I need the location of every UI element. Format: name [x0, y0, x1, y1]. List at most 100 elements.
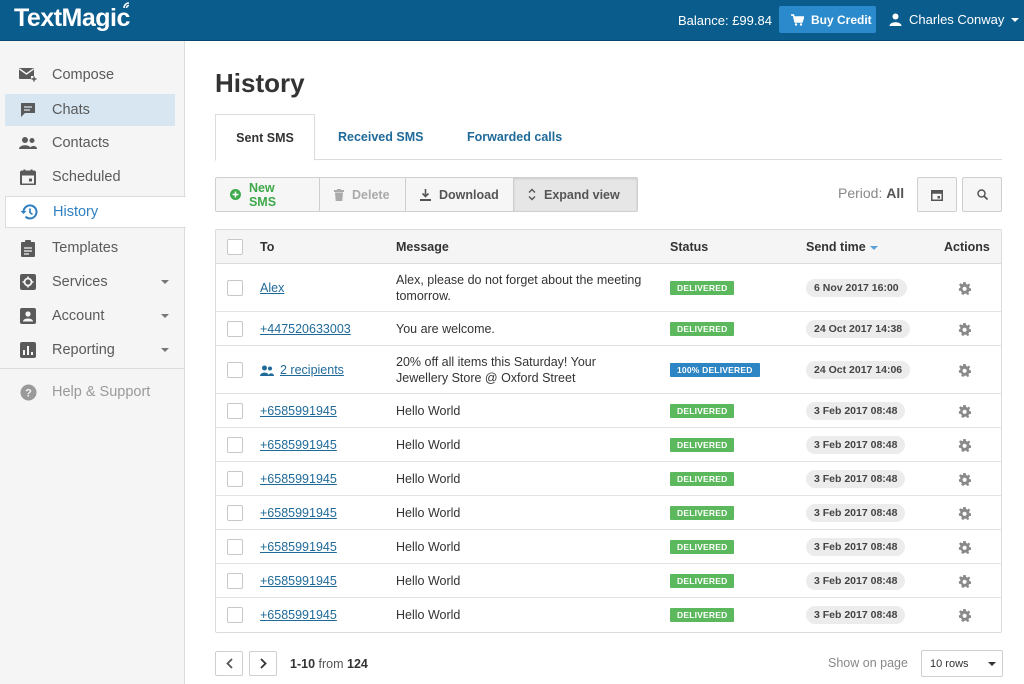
chevron-down-icon: [161, 314, 169, 318]
gear-icon[interactable]: [958, 322, 971, 336]
sidebar-item-services[interactable]: Services: [5, 266, 175, 298]
column-status[interactable]: Status: [670, 230, 708, 264]
message-cell: Hello World: [396, 598, 651, 632]
expand-view-button[interactable]: Expand view: [514, 178, 637, 211]
send-time-pill: 24 Oct 2017 14:38: [806, 320, 911, 338]
message-toolbar: New SMS Delete Download Expand view: [215, 177, 638, 212]
table-header: To Message Status Send time Actions: [216, 230, 1001, 264]
recipient-cell: +6585991945: [260, 496, 337, 530]
recipient-link[interactable]: 2 recipients: [260, 363, 344, 377]
sidebar-item-reporting[interactable]: Reporting: [5, 334, 175, 366]
period-filter[interactable]: Period: All: [838, 185, 904, 201]
textmagic-logo[interactable]: TextMagic: [14, 2, 130, 33]
recipient-link[interactable]: Alex: [260, 281, 284, 295]
gear-icon[interactable]: [958, 574, 971, 588]
row-checkbox[interactable]: [227, 607, 243, 623]
table-row[interactable]: +6585991945 Hello World DELIVERED 3 Feb 201…: [216, 598, 1001, 632]
recipient-link[interactable]: +447520633003: [260, 322, 351, 336]
expand-vertical-icon: [528, 188, 536, 201]
recipient-link[interactable]: +6585991945: [260, 574, 337, 588]
sidebar-item-compose[interactable]: Compose: [5, 59, 175, 91]
sidebar-item-chats[interactable]: Chats: [5, 94, 175, 126]
column-send-time[interactable]: Send time: [806, 230, 878, 264]
sidebar-item-scheduled[interactable]: Scheduled: [5, 161, 175, 193]
sidebar-item-label: Contacts: [52, 135, 110, 151]
gear-icon[interactable]: [958, 404, 971, 418]
tab-received-sms[interactable]: Received SMS: [338, 114, 423, 160]
gear-icon[interactable]: [958, 506, 971, 520]
gear-icon[interactable]: [958, 281, 971, 295]
new-sms-button[interactable]: New SMS: [216, 178, 320, 211]
row-checkbox[interactable]: [227, 321, 243, 337]
recipient-text: 2 recipients: [280, 363, 344, 377]
row-checkbox[interactable]: [227, 280, 243, 296]
calendar-button[interactable]: [917, 177, 957, 212]
table-row[interactable]: +6585991945 Hello World DELIVERED 3 Feb 201…: [216, 462, 1001, 496]
tab-forwarded-calls[interactable]: Forwarded calls: [467, 114, 562, 160]
user-menu[interactable]: Charles Conway: [889, 12, 1020, 27]
table-row[interactable]: +6585991945 Hello World DELIVERED 3 Feb 201…: [216, 564, 1001, 598]
download-button[interactable]: Download: [406, 178, 514, 211]
recipient-link[interactable]: +6585991945: [260, 540, 337, 554]
sidebar-item-contacts[interactable]: Contacts: [5, 127, 175, 159]
svg-text:?: ?: [25, 387, 32, 399]
table-row[interactable]: +447520633003 You are welcome. DELIVERED 24…: [216, 312, 1001, 346]
balance-display: Balance: £99.84: [678, 13, 772, 28]
recipient-text: +6585991945: [260, 438, 337, 452]
send-time-pill: 3 Feb 2017 08:48: [806, 504, 906, 522]
table-row[interactable]: +6585991945 Hello World DELIVERED 3 Feb 201…: [216, 530, 1001, 564]
recipient-text: +6585991945: [260, 608, 337, 622]
search-button[interactable]: [962, 177, 1002, 212]
delete-button[interactable]: Delete: [320, 178, 406, 211]
recipient-link[interactable]: +6585991945: [260, 404, 337, 418]
row-checkbox[interactable]: [227, 362, 243, 378]
column-to[interactable]: To: [260, 230, 274, 264]
gear-icon[interactable]: [958, 472, 971, 486]
column-message[interactable]: Message: [396, 230, 449, 264]
tab-sent-sms[interactable]: Sent SMS: [215, 114, 315, 161]
row-checkbox[interactable]: [227, 573, 243, 589]
new-sms-label: New SMS: [248, 180, 277, 209]
row-checkbox[interactable]: [227, 539, 243, 555]
actions-cell: [958, 394, 971, 428]
gear-icon[interactable]: [958, 438, 971, 452]
buy-credit-button[interactable]: Buy Credit: [779, 6, 876, 33]
table-row[interactable]: Alex Alex, please do not forget about the…: [216, 264, 1001, 312]
sidebar-item-help[interactable]: ? Help & Support: [5, 376, 175, 408]
sidebar-item-history[interactable]: History: [5, 196, 186, 228]
table-row[interactable]: +6585991945 Hello World DELIVERED 3 Feb 201…: [216, 496, 1001, 530]
status-badge: DELIVERED: [670, 438, 735, 452]
clipboard-icon: [19, 239, 37, 257]
recipient-link[interactable]: +6585991945: [260, 438, 337, 452]
recipient-cell: Alex: [260, 264, 284, 312]
sidebar-item-templates[interactable]: Templates: [5, 232, 175, 264]
prev-page-button[interactable]: [215, 651, 243, 676]
message-cell: Hello World: [396, 428, 651, 462]
send-time-cell: 3 Feb 2017 08:48: [806, 564, 906, 598]
chevron-down-icon: [161, 280, 169, 284]
row-checkbox[interactable]: [227, 471, 243, 487]
message-cell: Hello World: [396, 564, 651, 598]
sidebar-item-account[interactable]: Account: [5, 300, 175, 332]
table-row[interactable]: +6585991945 Hello World DELIVERED 3 Feb 201…: [216, 428, 1001, 462]
recipient-link[interactable]: +6585991945: [260, 472, 337, 486]
gear-icon[interactable]: [958, 608, 971, 622]
history-icon: [20, 203, 38, 221]
row-checkbox[interactable]: [227, 403, 243, 419]
row-checkbox[interactable]: [227, 437, 243, 453]
row-checkbox[interactable]: [227, 505, 243, 521]
message-text: Hello World: [396, 506, 461, 520]
message-text: Hello World: [396, 540, 461, 554]
compose-icon: [19, 66, 37, 84]
user-name: Charles Conway: [909, 12, 1005, 27]
table-row[interactable]: +6585991945 Hello World DELIVERED 3 Feb 201…: [216, 394, 1001, 428]
table-row[interactable]: 2 recipients 20% off all items this Satur…: [216, 346, 1001, 394]
select-all-checkbox[interactable]: [227, 239, 243, 255]
rows-per-page-select[interactable]: 10 rows: [921, 650, 1003, 677]
recipient-link[interactable]: +6585991945: [260, 506, 337, 520]
next-page-button[interactable]: [249, 651, 277, 676]
recipient-link[interactable]: +6585991945: [260, 608, 337, 622]
gear-icon[interactable]: [958, 540, 971, 554]
gear-icon[interactable]: [958, 363, 971, 377]
recipient-text: +6585991945: [260, 506, 337, 520]
